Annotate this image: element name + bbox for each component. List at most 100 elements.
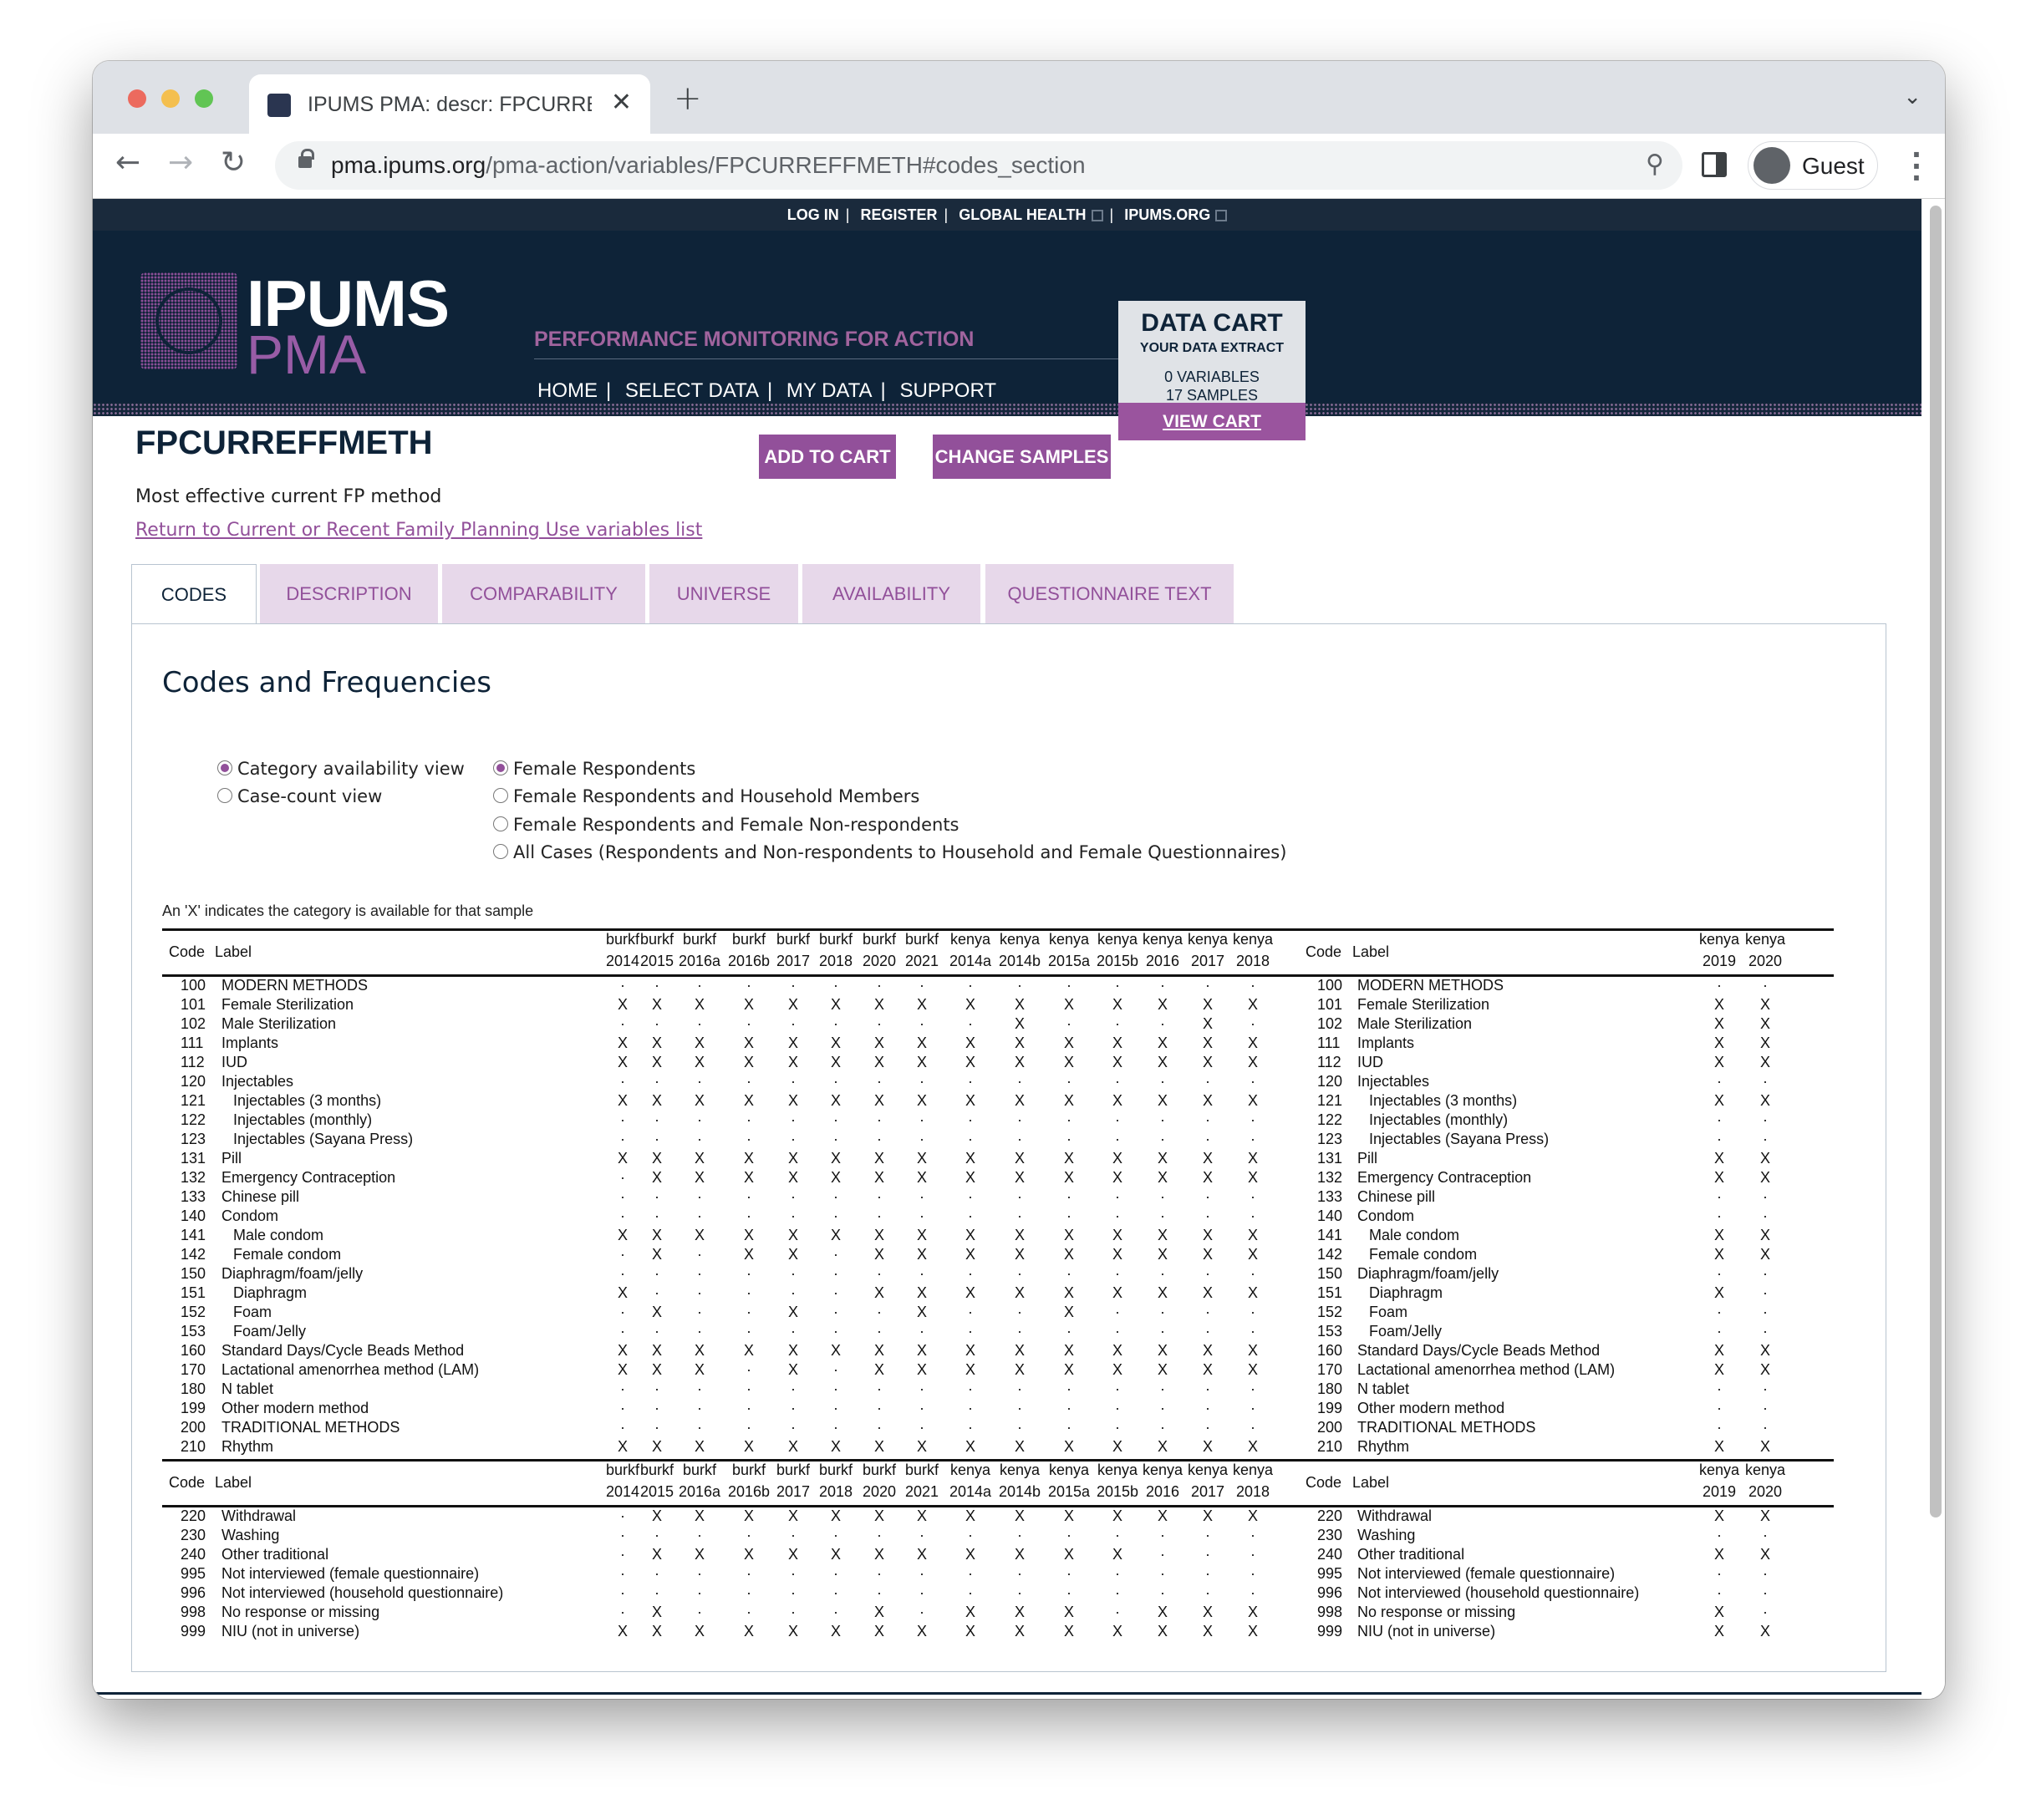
forward-arrow-icon[interactable]: → [168, 145, 193, 180]
maximize-window-button[interactable] [195, 89, 213, 108]
sample-header-year: 2018 [818, 953, 853, 969]
page-scrollbar[interactable] [1930, 206, 1942, 1518]
row-label: Other modern method [1357, 1400, 1505, 1416]
register-link[interactable]: REGISTER [860, 206, 937, 223]
zoom-magnifier-icon[interactable]: ⚲ [1646, 150, 1664, 179]
return-link[interactable]: Return to Current or Recent Family Plann… [135, 520, 702, 541]
availability-mark: · [1717, 1073, 1722, 1090]
minimize-window-button[interactable] [161, 89, 180, 108]
close-window-button[interactable] [128, 89, 146, 108]
availability-mark: X [1247, 1507, 1258, 1524]
availability-mark: X [743, 1438, 754, 1455]
availability-mark: X [916, 1546, 927, 1563]
row-label: Not interviewed (female questionnaire) [1357, 1565, 1616, 1582]
radio-selected-icon[interactable] [493, 760, 508, 775]
radio-icon[interactable] [217, 788, 232, 803]
change-samples-button[interactable]: CHANGE SAMPLES [933, 435, 1111, 479]
logo-pma[interactable]: PMA [247, 323, 366, 386]
availability-mark: · [968, 1188, 973, 1205]
view-option-case-count[interactable]: Case-count view [217, 786, 382, 806]
tab-search-chevron-icon[interactable]: ⌄ [1903, 84, 1921, 109]
availability-mark: X [1063, 1604, 1074, 1620]
availability-mark: X [965, 1284, 975, 1301]
availability-mark: · [877, 1188, 882, 1205]
row-label: Condom [1357, 1207, 1415, 1224]
availability-mark: · [1717, 977, 1722, 994]
availability-mark: · [877, 1419, 882, 1436]
view-option-availability[interactable]: Category availability view [217, 759, 465, 779]
tab-description[interactable]: DESCRIPTION [260, 564, 438, 624]
add-to-cart-button[interactable]: ADD TO CART [759, 435, 896, 479]
tab-comparability[interactable]: COMPARABILITY [442, 564, 645, 624]
universe-option-female-nonrespondents[interactable]: Female Respondents and Female Non-respon… [493, 815, 959, 835]
browser-menu-icon[interactable]: · · · [1911, 141, 1921, 191]
tab-universe[interactable]: UNIVERSE [649, 564, 798, 624]
availability-mark: X [617, 1438, 628, 1455]
radio-icon[interactable] [493, 788, 508, 803]
back-arrow-icon[interactable]: ← [115, 145, 140, 180]
availability-mark: · [1250, 1188, 1255, 1205]
ipums-emblem-icon[interactable] [140, 272, 237, 369]
login-link[interactable]: LOG IN [787, 206, 839, 223]
availability-mark: · [1717, 1419, 1722, 1436]
availability-mark: X [1202, 1227, 1213, 1243]
availability-mark: X [1759, 1438, 1770, 1455]
radio-icon[interactable] [493, 816, 508, 831]
reload-icon[interactable]: ↻ [221, 145, 246, 180]
availability-mark: · [1205, 1131, 1210, 1147]
row-label: Washing [221, 1527, 280, 1543]
availability-mark: X [1157, 1054, 1168, 1070]
row-code: 140 [181, 1207, 206, 1224]
availability-mark: X [1157, 1604, 1168, 1620]
availability-mark: · [1205, 1323, 1210, 1340]
row-code: 220 [181, 1507, 206, 1524]
availability-mark: X [1014, 1092, 1025, 1109]
profile-button[interactable]: Guest [1748, 141, 1878, 190]
nav-home[interactable]: HOME [537, 379, 598, 402]
universe-option-female-household[interactable]: Female Respondents and Household Members [493, 786, 919, 806]
availability-mark: X [1063, 1227, 1074, 1243]
availability-mark: X [787, 1054, 798, 1070]
radio-icon[interactable] [493, 844, 508, 859]
global-health-link[interactable]: GLOBAL HEALTH [959, 206, 1086, 223]
row-label: Injectables [1357, 1073, 1430, 1090]
availability-mark: · [746, 1073, 751, 1090]
external-link-icon [1215, 210, 1228, 222]
availability-mark: · [919, 1073, 924, 1090]
row-code: 133 [1317, 1188, 1343, 1205]
availability-mark: · [1205, 1380, 1210, 1397]
availability-mark: X [1014, 1507, 1025, 1524]
address-bar[interactable]: pma.ipums.org/pma-action/variables/FPCUR… [275, 141, 1682, 190]
nav-my-data[interactable]: MY DATA [786, 379, 873, 402]
view-cart-button[interactable]: VIEW CART [1118, 403, 1306, 440]
radio-selected-icon[interactable] [217, 760, 232, 775]
availability-mark: · [1066, 1207, 1071, 1224]
tab-questionnaire-text[interactable]: QUESTIONNAIRE TEXT [985, 564, 1234, 624]
universe-option-all-cases[interactable]: All Cases (Respondents and Non-responden… [493, 842, 1286, 862]
nav-support[interactable]: SUPPORT [899, 379, 996, 402]
availability-mark: X [830, 1092, 841, 1109]
availability-mark: · [833, 1380, 838, 1397]
availability-mark: · [1160, 1380, 1165, 1397]
sample-header-country: burkf [818, 1462, 853, 1478]
availability-mark: · [1115, 1015, 1120, 1032]
row-code: 142 [1317, 1246, 1343, 1263]
new-tab-icon[interactable]: + [674, 79, 702, 118]
availability-mark: X [1202, 1438, 1213, 1455]
nav-select-data[interactable]: SELECT DATA [625, 379, 759, 402]
availability-mark: X [965, 1361, 975, 1378]
column-header-code: Code [1306, 1474, 1342, 1491]
ipums-org-link[interactable]: IPUMS.ORG [1124, 206, 1210, 223]
sample-header-year: 2014b [998, 953, 1041, 969]
side-panel-icon[interactable] [1702, 152, 1727, 177]
availability-mark: X [830, 1169, 841, 1186]
availability-mark: · [919, 1131, 924, 1147]
availability-mark: · [1160, 1527, 1165, 1543]
universe-option-female[interactable]: Female Respondents [493, 759, 695, 779]
tab-codes[interactable]: CODES [131, 564, 257, 626]
availability-mark: X [1014, 1169, 1025, 1186]
availability-mark: · [1115, 1584, 1120, 1601]
tab-availability[interactable]: AVAILABILITY [802, 564, 980, 624]
close-tab-icon[interactable]: ✕ [611, 88, 632, 117]
browser-tab[interactable]: IPUMS PMA: descr: FPCURREF ✕ [249, 74, 650, 134]
